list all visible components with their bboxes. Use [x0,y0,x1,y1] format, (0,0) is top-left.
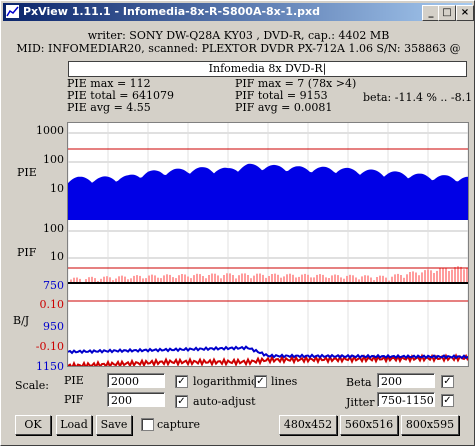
title-bar[interactable]: PxView 1.11.1 - Infomedia-8x-R-S800A-8x-… [3,3,474,21]
bj-tick-950: 950 [43,320,64,333]
size-800x595-button[interactable]: 800x595 [401,415,459,435]
app-icon [6,5,19,18]
maximize-button[interactable]: □ [438,5,456,21]
writer-info: writer: SONY DW-Q28A KY03 , DVD-R, cap.:… [87,29,390,42]
app-window: PxView 1.11.1 - Infomedia-8x-R-S800A-8x-… [0,0,475,446]
close-button[interactable]: × [456,5,474,21]
pie-tick-1000: 1000 [36,124,64,137]
pie-tick-100: 100 [43,153,64,166]
pif-scale-label: PIF [64,393,84,406]
pie-series-area [68,163,468,220]
pie-tick-10: 10 [50,182,64,195]
save-button[interactable]: Save [96,415,132,435]
pif-tick-10: 10 [50,250,64,263]
window-title: PxView 1.11.1 - Infomedia-8x-R-S800A-8x-… [23,5,321,18]
pif-tick-100: 100 [43,222,64,235]
pif-scale-input[interactable]: 200 [107,392,165,407]
lines-label: lines [271,375,298,388]
scan-graph-svg [68,123,468,366]
beta-scale-input[interactable]: 200 [377,373,435,388]
jitter-scale-input[interactable]: 750-1150 [377,392,435,407]
capture-checkbox[interactable] [141,418,154,431]
auto-adjust-label: auto-adjust [193,395,256,408]
bj-tick-1150: 1150 [36,360,64,373]
jitter-checkbox[interactable]: ✓ [441,394,454,407]
load-button[interactable]: Load [56,415,92,435]
pif-avg: PIF avg = 0.0081 [235,101,333,114]
pie-scale-label: PIE [64,374,84,387]
scan-graph [67,122,469,367]
auto-adjust-checkbox[interactable]: ✓ [175,395,188,408]
size-560x516-button[interactable]: 560x516 [340,415,398,435]
capture-label: capture [157,418,201,431]
ok-button[interactable]: OK [15,415,51,435]
pie-scale-input[interactable]: 2000 [107,373,165,388]
lines-checkbox[interactable]: ✓ [254,375,267,388]
bj-tick-0.10: 0.10 [39,298,65,311]
beta-range: beta: -11.4 % .. -8.1 % (! [363,92,474,104]
bj-tick-750: 750 [43,279,64,292]
scan-info: MID: INFOMEDIAR20, scanned: PLEXTOR DVDR… [16,42,461,55]
disc-label-field[interactable]: Infomedia 8x DVD-R| [68,61,467,77]
jitter-scale-label: Jitter [346,396,375,409]
logarithmic-label: logarithmic [193,375,258,388]
beta-scale-label: Beta [346,376,372,389]
beta-checkbox[interactable]: ✓ [441,375,454,388]
logarithmic-checkbox[interactable]: ✓ [175,375,188,388]
pie-axis-label: PIE [17,166,37,179]
size-480x452-button[interactable]: 480x452 [279,415,337,435]
scale-label: Scale: [15,379,49,392]
bj-tick-minus-0.10: -0.10 [35,340,64,353]
pie-avg: PIE avg = 4.55 [67,101,151,114]
